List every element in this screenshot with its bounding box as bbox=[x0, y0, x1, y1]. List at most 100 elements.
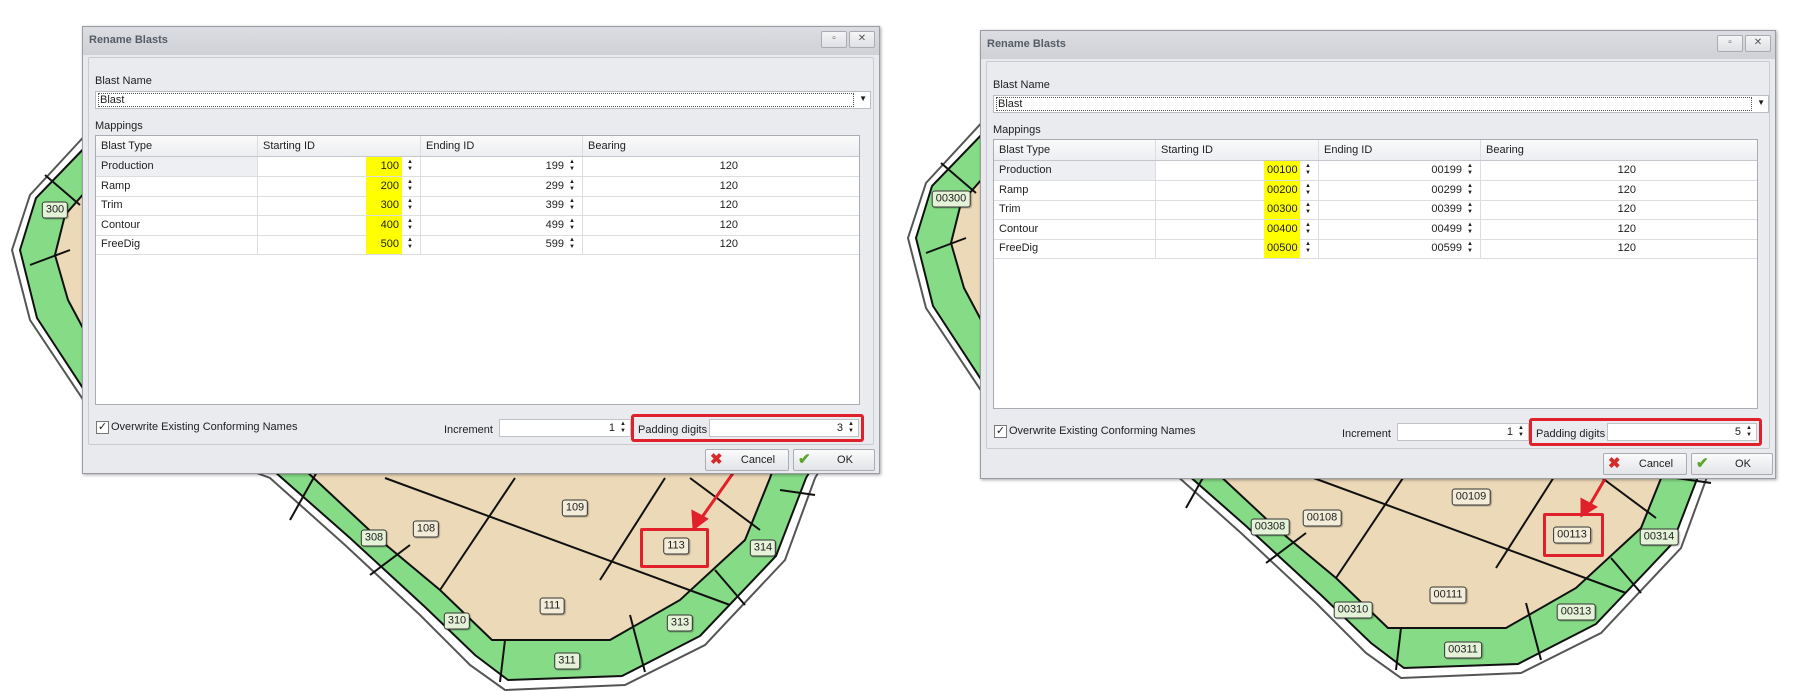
ending-id-cell[interactable]: 199 ▲ ▼ bbox=[421, 157, 583, 176]
table-row[interactable]: FreeDig 500 ▲ ▼ 599 ▲ ▼ 120 bbox=[96, 235, 859, 255]
increment-spinner[interactable]: ▲ ▼ bbox=[1516, 425, 1526, 439]
table-row[interactable]: FreeDig 00500 ▲ ▼ 00599 ▲ ▼ 120 bbox=[994, 239, 1757, 259]
dropdown-arrow-icon[interactable]: ▼ bbox=[1757, 98, 1765, 107]
overwrite-checkbox[interactable]: ✓ bbox=[96, 421, 109, 434]
ending-id-cell[interactable]: 399 ▲ ▼ bbox=[421, 196, 583, 215]
starting-id-spinner[interactable]: ▲ ▼ bbox=[405, 218, 415, 232]
column-header-blast-type[interactable]: Blast Type bbox=[994, 140, 1156, 160]
blast-label[interactable]: 00313 bbox=[1556, 603, 1596, 621]
maximize-button[interactable]: ▫ bbox=[1717, 35, 1743, 52]
ending-id-spinner[interactable]: ▲ ▼ bbox=[567, 179, 577, 193]
starting-id-spinner[interactable]: ▲ ▼ bbox=[1303, 222, 1313, 236]
blast-name-combobox[interactable]: Blast ▼ bbox=[95, 91, 871, 109]
starting-id-spinner[interactable]: ▲ ▼ bbox=[405, 179, 415, 193]
ending-id-spinner[interactable]: ▲ ▼ bbox=[567, 237, 577, 251]
bearing-cell[interactable]: 120 bbox=[583, 177, 743, 196]
ending-id-cell[interactable]: 00399 ▲ ▼ bbox=[1319, 200, 1481, 219]
starting-id-spinner[interactable]: ▲ ▼ bbox=[405, 237, 415, 251]
blast-label[interactable]: 00311 bbox=[1444, 641, 1482, 659]
blast-type-cell[interactable]: Trim bbox=[96, 196, 258, 215]
title-bar[interactable]: Rename Blasts ▫ ✕ bbox=[83, 27, 879, 55]
starting-id-cell[interactable]: 400 ▲ ▼ bbox=[258, 215, 421, 235]
padding-digits-spinner[interactable]: ▲ ▼ bbox=[846, 421, 856, 435]
ending-id-spinner[interactable]: ▲ ▼ bbox=[1465, 222, 1475, 236]
padding-digits-input[interactable]: 3 ▲ ▼ bbox=[709, 419, 859, 437]
blast-label[interactable]: 00308 bbox=[1250, 518, 1290, 536]
table-row[interactable]: Contour 400 ▲ ▼ 499 ▲ ▼ 120 bbox=[96, 215, 859, 236]
blast-type-cell[interactable]: FreeDig bbox=[994, 239, 1156, 258]
blast-label[interactable]: 109 bbox=[561, 499, 589, 517]
ending-id-spinner[interactable]: ▲ ▼ bbox=[1465, 163, 1475, 177]
blast-label[interactable]: 00109 bbox=[1451, 488, 1491, 506]
table-row[interactable]: Ramp 200 ▲ ▼ 299 ▲ ▼ 120 bbox=[96, 176, 859, 197]
blast-type-cell[interactable]: Production bbox=[994, 161, 1156, 180]
starting-id-cell[interactable]: 00300 ▲ ▼ bbox=[1156, 200, 1319, 219]
bearing-cell[interactable]: 120 bbox=[1481, 200, 1641, 219]
ok-button[interactable]: ✔ OK bbox=[793, 449, 875, 471]
starting-id-cell[interactable]: 300 ▲ ▼ bbox=[258, 196, 421, 215]
column-header-ending-id[interactable]: Ending ID bbox=[1319, 140, 1481, 160]
increment-input[interactable]: 1 ▲ ▼ bbox=[499, 419, 631, 437]
blast-type-cell[interactable]: Production bbox=[96, 157, 258, 176]
table-row[interactable]: Contour 00400 ▲ ▼ 00499 ▲ ▼ 120 bbox=[994, 219, 1757, 240]
starting-id-spinner[interactable]: ▲ ▼ bbox=[405, 198, 415, 212]
starting-id-cell[interactable]: 100 ▲ ▼ bbox=[258, 157, 421, 176]
table-row[interactable]: Production 00100 ▲ ▼ 00199 ▲ ▼ 120 bbox=[994, 161, 1757, 181]
increment-spinner[interactable]: ▲ ▼ bbox=[618, 421, 628, 435]
title-bar[interactable]: Rename Blasts ▫ ✕ bbox=[981, 31, 1775, 59]
blast-label[interactable]: 111 bbox=[539, 597, 565, 615]
starting-id-spinner[interactable]: ▲ ▼ bbox=[1303, 202, 1313, 216]
bearing-cell[interactable]: 120 bbox=[583, 216, 743, 235]
starting-id-cell[interactable]: 00500 ▲ ▼ bbox=[1156, 239, 1319, 258]
starting-id-cell[interactable]: 00200 ▲ ▼ bbox=[1156, 180, 1319, 200]
blast-label[interactable]: 00300 bbox=[931, 190, 971, 208]
ending-id-spinner[interactable]: ▲ ▼ bbox=[567, 198, 577, 212]
ending-id-cell[interactable]: 00499 ▲ ▼ bbox=[1319, 219, 1481, 239]
blast-type-cell[interactable]: Contour bbox=[96, 215, 258, 235]
ending-id-cell[interactable]: 299 ▲ ▼ bbox=[421, 176, 583, 196]
cancel-button[interactable]: ✖ Cancel bbox=[1603, 453, 1687, 475]
blast-label[interactable]: 00310 bbox=[1333, 601, 1373, 619]
padding-digits-spinner[interactable]: ▲ ▼ bbox=[1744, 425, 1754, 439]
starting-id-spinner[interactable]: ▲ ▼ bbox=[1303, 241, 1313, 255]
ending-id-cell[interactable]: 499 ▲ ▼ bbox=[421, 215, 583, 235]
bearing-cell[interactable]: 120 bbox=[1481, 161, 1641, 180]
column-header-ending-id[interactable]: Ending ID bbox=[421, 136, 583, 156]
dropdown-arrow-icon[interactable]: ▼ bbox=[859, 94, 867, 103]
starting-id-cell[interactable]: 200 ▲ ▼ bbox=[258, 176, 421, 196]
starting-id-spinner[interactable]: ▲ ▼ bbox=[1303, 163, 1313, 177]
ending-id-cell[interactable]: 00599 ▲ ▼ bbox=[1319, 239, 1481, 258]
blast-type-cell[interactable]: Contour bbox=[994, 219, 1156, 239]
column-header-blast-type[interactable]: Blast Type bbox=[96, 136, 258, 156]
blast-type-cell[interactable]: Ramp bbox=[96, 176, 258, 196]
bearing-cell[interactable]: 120 bbox=[583, 235, 743, 254]
ending-id-spinner[interactable]: ▲ ▼ bbox=[1465, 183, 1475, 197]
blast-label[interactable]: 313 bbox=[666, 614, 694, 632]
starting-id-spinner[interactable]: ▲ ▼ bbox=[405, 159, 415, 173]
bearing-cell[interactable]: 120 bbox=[583, 196, 743, 215]
close-button[interactable]: ✕ bbox=[1745, 35, 1771, 52]
ending-id-spinner[interactable]: ▲ ▼ bbox=[567, 218, 577, 232]
padding-digits-input[interactable]: 5 ▲ ▼ bbox=[1607, 423, 1757, 441]
ending-id-cell[interactable]: 00199 ▲ ▼ bbox=[1319, 161, 1481, 180]
overwrite-checkbox[interactable]: ✓ bbox=[994, 425, 1007, 438]
blast-name-combobox[interactable]: Blast ▼ bbox=[993, 95, 1769, 113]
blast-label[interactable]: 314 bbox=[749, 539, 777, 557]
bearing-cell[interactable]: 120 bbox=[1481, 220, 1641, 239]
close-button[interactable]: ✕ bbox=[849, 31, 875, 48]
starting-id-cell[interactable]: 00100 ▲ ▼ bbox=[1156, 161, 1319, 180]
ok-button[interactable]: ✔ OK bbox=[1691, 453, 1773, 475]
ending-id-spinner[interactable]: ▲ ▼ bbox=[567, 159, 577, 173]
bearing-cell[interactable]: 120 bbox=[583, 157, 743, 176]
blast-label[interactable]: 108 bbox=[412, 520, 440, 538]
table-row[interactable]: Production 100 ▲ ▼ 199 ▲ ▼ 120 bbox=[96, 157, 859, 177]
column-header-bearing[interactable]: Bearing bbox=[583, 136, 743, 156]
ending-id-cell[interactable]: 599 ▲ ▼ bbox=[421, 235, 583, 254]
blast-label[interactable]: 300 bbox=[41, 201, 69, 219]
increment-input[interactable]: 1 ▲ ▼ bbox=[1397, 423, 1529, 441]
column-header-starting-id[interactable]: Starting ID bbox=[1156, 140, 1319, 160]
blast-type-cell[interactable]: FreeDig bbox=[96, 235, 258, 254]
column-header-bearing[interactable]: Bearing bbox=[1481, 140, 1641, 160]
bearing-cell[interactable]: 120 bbox=[1481, 239, 1641, 258]
cancel-button[interactable]: ✖ Cancel bbox=[705, 449, 789, 471]
